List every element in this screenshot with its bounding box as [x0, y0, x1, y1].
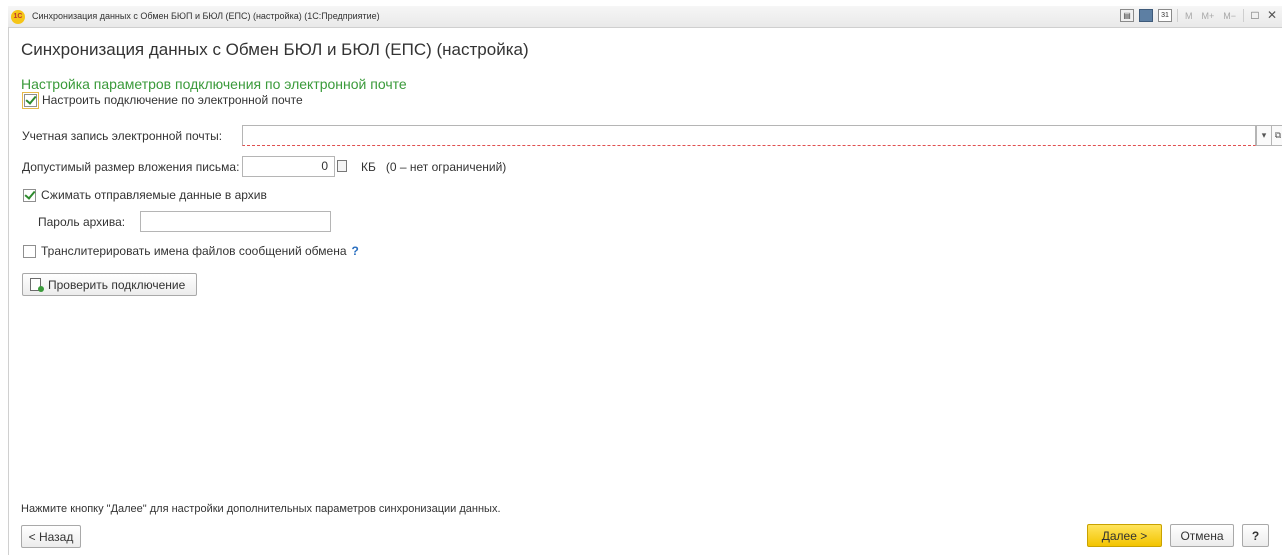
check-connection-label: Проверить подключение: [48, 277, 186, 292]
app-logo-icon: 1C: [11, 10, 25, 24]
window-toolbar: ▤ 31 M M+ M− □ ✕: [1119, 9, 1278, 22]
hint-text: Нажмите кнопку "Далее" для настройки доп…: [21, 503, 501, 515]
toolbar-divider: [1243, 9, 1244, 22]
transliterate-row[interactable]: Транслитерировать имена файлов сообщений…: [23, 244, 359, 258]
maximize-icon[interactable]: □: [1249, 9, 1261, 22]
back-button[interactable]: < Назад: [21, 525, 81, 548]
archive-password-input[interactable]: [140, 211, 331, 232]
section-title: Настройка параметров подключения по элек…: [21, 76, 407, 92]
compress-checkbox[interactable]: [23, 188, 36, 202]
attachment-size-input[interactable]: 0: [242, 156, 335, 177]
memory-plus-button[interactable]: M+: [1199, 11, 1216, 21]
dropdown-arrow-icon[interactable]: ▾: [1256, 125, 1272, 146]
archive-password-label: Пароль архива:: [38, 215, 126, 229]
cancel-button[interactable]: Отмена: [1170, 524, 1234, 547]
compress-row[interactable]: Сжимать отправляемые данные в архив: [23, 188, 267, 202]
window-titlebar: 1C Синхронизация данных с Обмен БЮП и БЮ…: [8, 6, 1282, 28]
attachment-size-unit: КБ: [361, 160, 376, 174]
open-icon[interactable]: ⧉: [1271, 125, 1282, 146]
attachment-size-note: (0 – нет ограничений): [385, 160, 507, 174]
setup-email-checkbox[interactable]: [22, 91, 39, 109]
memory-minus-button[interactable]: M−: [1221, 11, 1238, 21]
print-icon[interactable]: ▤: [1119, 9, 1134, 22]
toolbar-divider: [1176, 9, 1178, 22]
next-button[interactable]: Далее >: [1087, 524, 1162, 547]
attachment-size-label: Допустимый размер вложения письма:: [22, 160, 240, 174]
help-button[interactable]: ?: [1242, 524, 1269, 547]
transliterate-label: Транслитерировать имена файлов сообщений…: [41, 244, 347, 258]
check-connection-button[interactable]: Проверить подключение: [22, 273, 197, 296]
setup-email-label: Настроить подключение по электронной поч…: [42, 93, 303, 107]
memory-button[interactable]: M: [1183, 11, 1195, 21]
account-label: Учетная запись электронной почты:: [22, 129, 223, 143]
calendar-icon[interactable]: 31: [1157, 9, 1172, 22]
compress-label: Сжимать отправляемые данные в архив: [41, 188, 267, 202]
account-input[interactable]: [242, 125, 1256, 146]
help-question-icon[interactable]: ?: [352, 244, 359, 258]
calculator-icon[interactable]: [1138, 9, 1153, 22]
close-icon[interactable]: ✕: [1266, 9, 1278, 22]
window-left-border: [8, 28, 9, 555]
calculator-icon[interactable]: [337, 160, 347, 172]
check-document-icon: [30, 278, 44, 292]
transliterate-checkbox[interactable]: [23, 244, 36, 258]
setup-email-row[interactable]: Настроить подключение по электронной поч…: [22, 91, 303, 109]
page-title: Синхронизация данных с Обмен БЮЛ и БЮЛ (…: [21, 40, 529, 59]
window-title: Синхронизация данных с Обмен БЮП и БЮЛ (…: [32, 11, 380, 21]
